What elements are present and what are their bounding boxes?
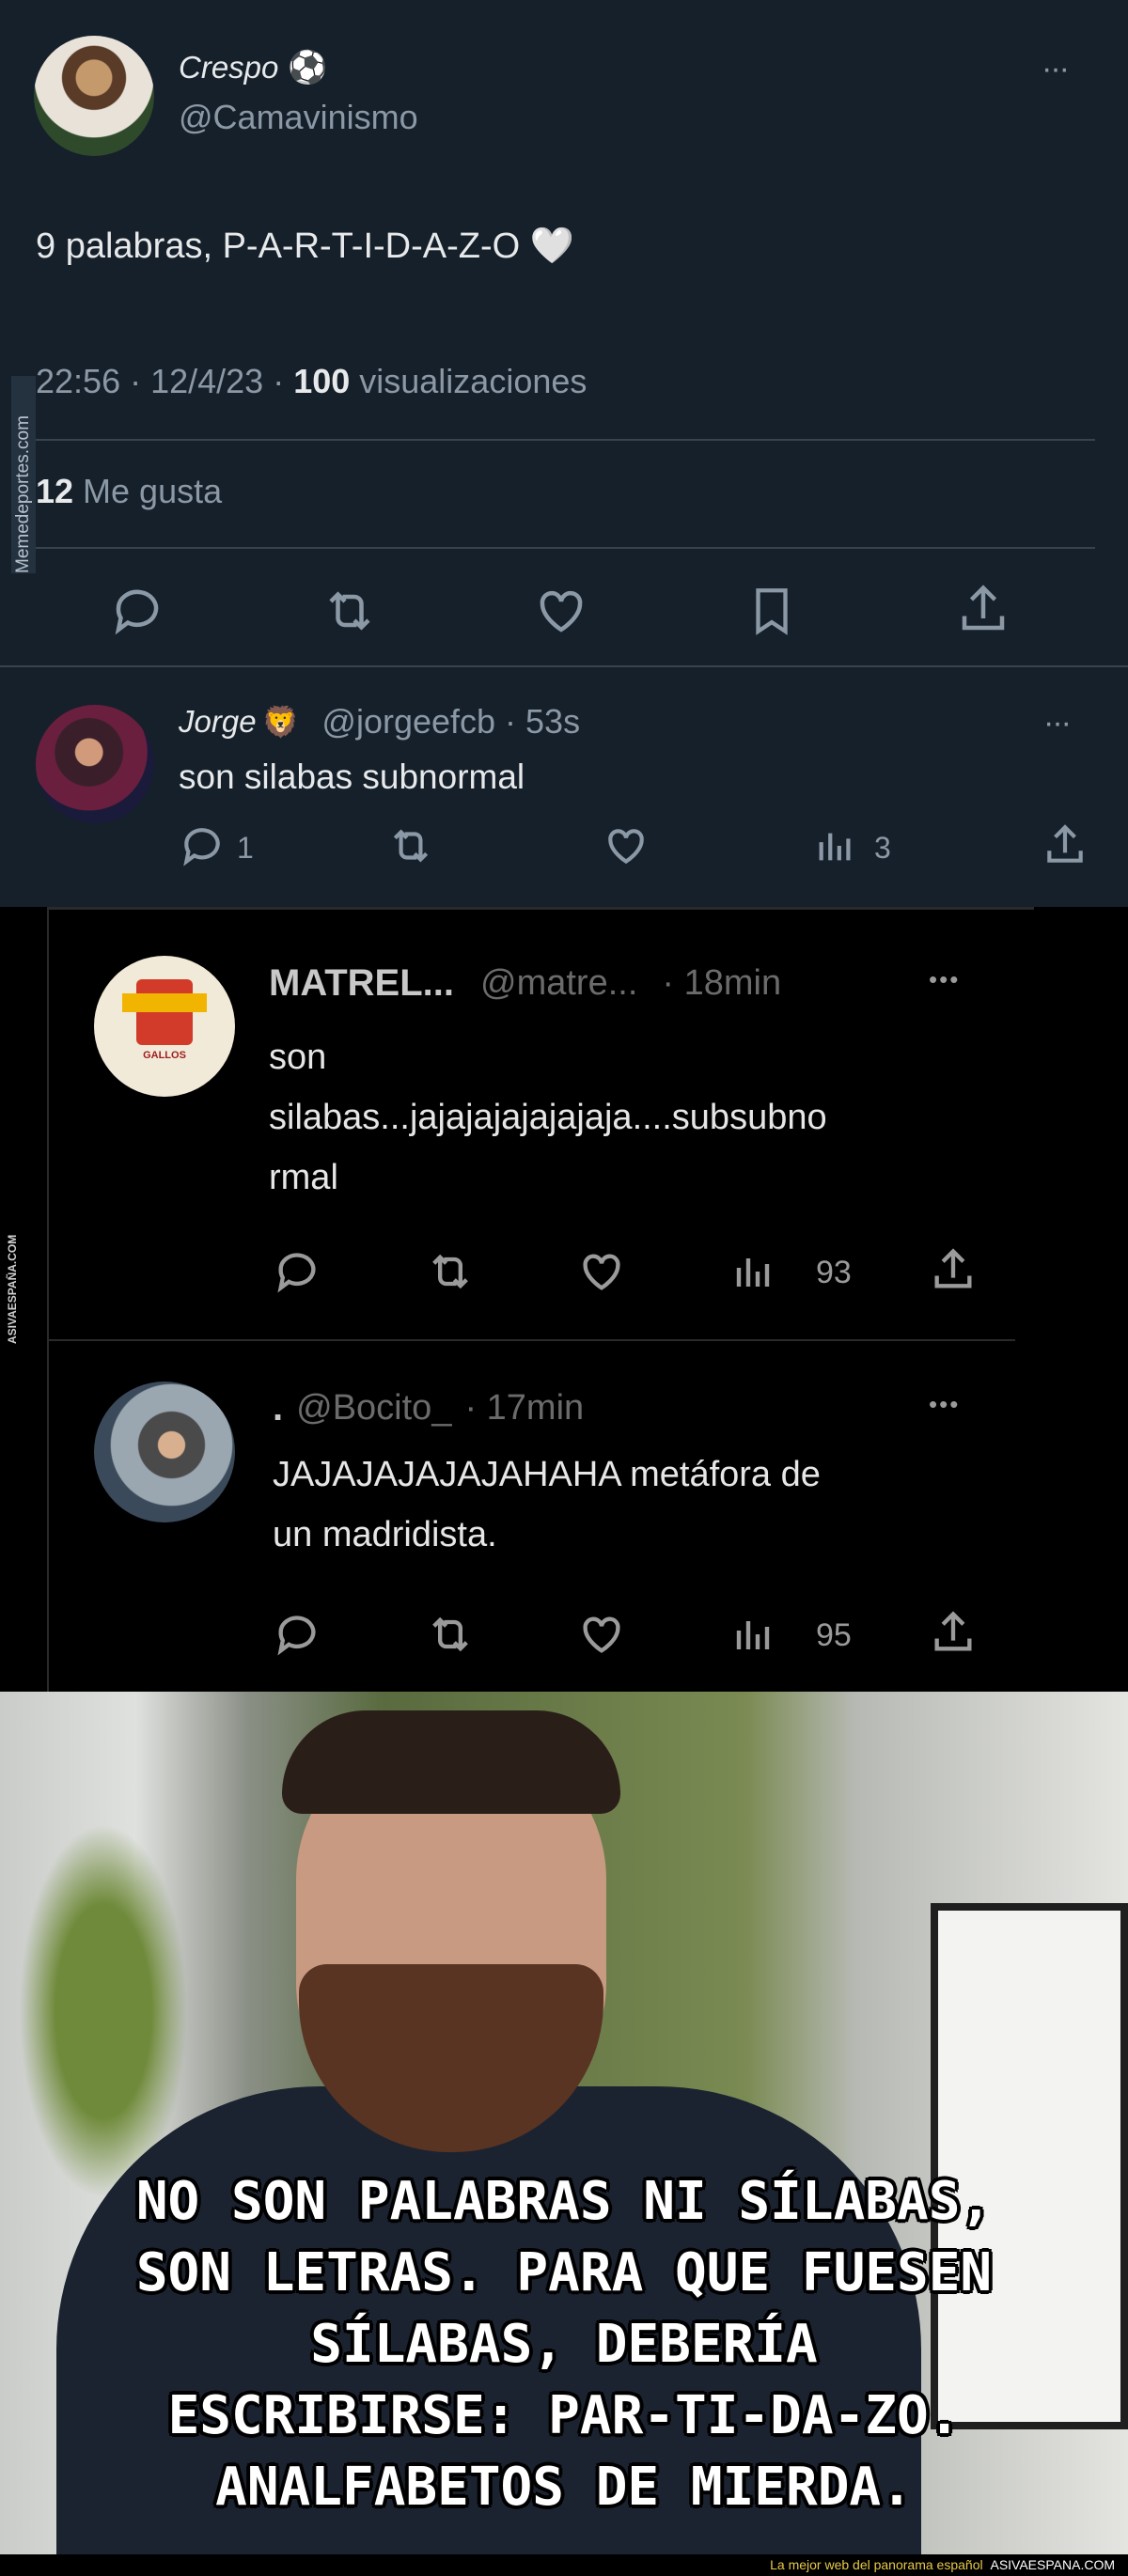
display-name[interactable]: MATREL... <box>269 962 454 1005</box>
more-options-icon[interactable]: ··· <box>1043 705 1072 742</box>
reply-jorge: Jorge 🦁 @jorgeefcb · 53s ··· son silabas… <box>0 667 1128 907</box>
display-name[interactable]: . <box>273 1387 283 1429</box>
more-options-icon[interactable]: ••• <box>929 1390 960 1419</box>
share-icon[interactable] <box>929 1606 978 1659</box>
reply-icon[interactable] <box>179 822 226 869</box>
share-icon[interactable] <box>955 579 1011 639</box>
reply-text: son silabas subnormal <box>179 757 525 796</box>
left-border <box>47 907 49 1692</box>
handle[interactable]: @Bocito_ <box>296 1388 451 1429</box>
views-count: 93 <box>816 1255 852 1290</box>
footer: La mejor web del panorama español ASIVAE… <box>0 2554 1128 2576</box>
footer-tagline: La mejor web del panorama español <box>770 2557 983 2572</box>
retweet-icon[interactable] <box>320 583 380 639</box>
watermark-memedeportes: Memedeportes.com <box>11 376 36 573</box>
reply-icon[interactable] <box>271 1610 323 1659</box>
retweet-icon[interactable] <box>423 1247 478 1296</box>
retweet-icon[interactable] <box>385 822 436 869</box>
handle[interactable]: @matre... <box>480 963 637 1004</box>
tweet-text: 9 palabras, P-A-R-T-I-D-A-Z-O 🤍 <box>36 226 575 266</box>
more-options-icon[interactable]: ··· <box>1042 51 1070 87</box>
soccer-ball-icon: ⚽ <box>288 50 328 86</box>
views-count: 100 <box>293 362 351 400</box>
like-icon[interactable] <box>575 1610 628 1659</box>
meme-image: NO SON PALABRAS NI SÍLABAS, SON LETRAS. … <box>0 1692 1128 2554</box>
main-tweet: Crespo ⚽ @Camavinismo ··· 9 palabras, P-… <box>0 0 1128 667</box>
views-count: 95 <box>816 1617 852 1653</box>
like-icon[interactable] <box>602 822 650 869</box>
avatar-label: GALLOS <box>143 1050 186 1061</box>
likes-row[interactable]: 12 Me gusta <box>36 472 222 511</box>
avatar[interactable] <box>94 1382 235 1522</box>
likes-count: 12 <box>36 472 74 510</box>
avatar[interactable] <box>36 705 154 823</box>
reply-text: JAJAJAJAJAJAHAHA metáfora de un madridis… <box>273 1455 821 1554</box>
likes-label: Me gusta <box>73 472 223 510</box>
divider <box>36 547 1095 549</box>
views-label: visualizaciones <box>350 362 588 400</box>
more-options-icon[interactable]: ••• <box>929 965 960 994</box>
handle[interactable]: @jorgeefcb · 53s <box>321 702 580 742</box>
avatar[interactable] <box>34 36 154 156</box>
person-hair <box>282 1710 620 1814</box>
top-border <box>47 907 1034 910</box>
reply-count: 1 <box>237 831 254 865</box>
reply-screenshot: GALLOS MATREL... @matre... · 18min ••• s… <box>0 907 1128 1692</box>
reply-text: son silabas...jajajajajajajaja....subsub… <box>269 1038 827 1197</box>
like-icon[interactable] <box>575 1247 628 1296</box>
bookmark-icon[interactable] <box>744 581 799 641</box>
tweet-meta: 22:56 · 12/4/23 · 100 visualizaciones <box>36 362 587 401</box>
watermark-asivaespana: ASIVAESPAÑA.COM <box>6 1234 19 1344</box>
reply-icon[interactable] <box>271 1247 323 1296</box>
timestamp[interactable]: · 18min <box>662 963 781 1004</box>
views-icon[interactable] <box>731 1610 776 1659</box>
divider <box>36 439 1095 441</box>
retweet-icon[interactable] <box>423 1610 478 1659</box>
timestamp[interactable]: · 17min <box>464 1388 584 1429</box>
display-name[interactable]: Jorge <box>179 704 257 740</box>
display-name[interactable]: Crespo <box>179 50 278 86</box>
share-icon[interactable] <box>1042 820 1089 870</box>
meme-caption: NO SON PALABRAS NI SÍLABAS, SON LETRAS. … <box>135 2171 993 2518</box>
views-icon[interactable] <box>814 822 857 869</box>
timestamp[interactable]: 22:56 · 12/4/23 · <box>36 362 293 400</box>
share-icon[interactable] <box>929 1243 978 1296</box>
avatar[interactable]: GALLOS <box>94 956 235 1097</box>
handle[interactable]: @Camavinismo <box>179 98 418 137</box>
reply-icon[interactable] <box>109 583 165 639</box>
views-count: 3 <box>874 831 891 865</box>
like-icon[interactable] <box>532 583 590 639</box>
views-icon[interactable] <box>731 1247 776 1296</box>
lion-icon: 🦁 <box>261 705 300 739</box>
footer-brand[interactable]: ASIVAESPANA.COM <box>990 2557 1115 2572</box>
divider <box>47 1339 1015 1341</box>
